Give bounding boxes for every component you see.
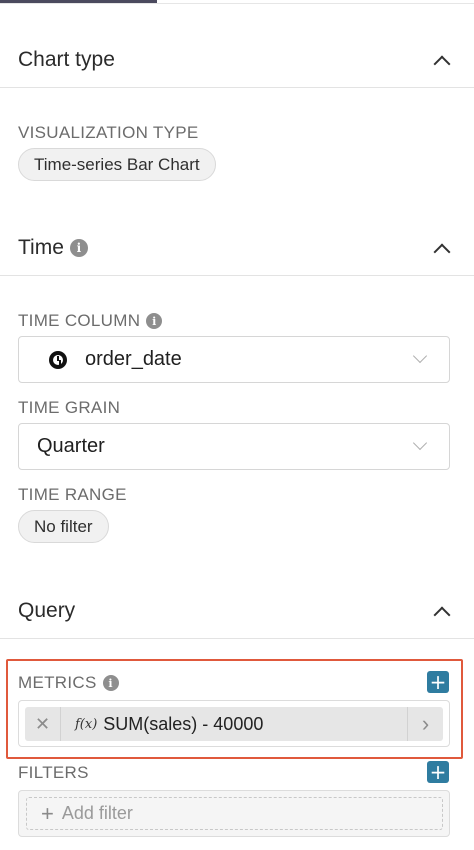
- remove-icon[interactable]: ✕: [25, 707, 61, 741]
- chevron-up-icon[interactable]: [436, 605, 448, 617]
- section-query-title: Query: [18, 599, 76, 622]
- visualization-type-label: VISUALIZATION TYPE: [18, 123, 198, 143]
- time-range-pill[interactable]: No filter: [18, 510, 109, 543]
- time-column-select[interactable]: order_date: [18, 336, 450, 383]
- visualization-type-pill[interactable]: Time-series Bar Chart: [18, 148, 216, 181]
- time-column-value: order_date: [85, 348, 182, 370]
- add-metric-button[interactable]: +: [427, 671, 449, 693]
- function-icon: f(x): [75, 716, 98, 732]
- section-query-header[interactable]: Query: [0, 585, 474, 639]
- divider: [0, 3, 474, 4]
- metrics-field[interactable]: ✕ f(x) SUM(sales) - 40000 ›: [18, 700, 450, 747]
- chevron-up-icon[interactable]: [436, 54, 448, 66]
- info-icon[interactable]: i: [146, 313, 163, 329]
- time-grain-select[interactable]: Quarter: [18, 423, 450, 470]
- add-filter-placeholder: Add filter: [61, 803, 133, 823]
- time-range-label: TIME RANGE: [18, 485, 127, 505]
- time-column-label: TIME COLUMN i: [18, 311, 163, 331]
- filters-field: + Add filter: [18, 790, 450, 837]
- filters-label: FILTERS: [18, 763, 89, 783]
- section-time-title: Time i: [18, 236, 88, 260]
- info-icon[interactable]: i: [69, 239, 88, 257]
- plus-icon: +: [41, 800, 54, 826]
- time-grain-label: TIME GRAIN: [18, 398, 120, 418]
- chevron-up-icon[interactable]: [436, 242, 448, 254]
- time-grain-label-text: TIME GRAIN: [18, 398, 121, 417]
- section-chart-type-title: Chart type: [18, 48, 115, 71]
- section-time-title-text: Time: [18, 236, 64, 259]
- chevron-right-icon[interactable]: ›: [407, 707, 443, 741]
- time-grain-value: Quarter: [37, 435, 105, 457]
- chevron-down-icon: [415, 438, 427, 450]
- metrics-label: METRICS i: [18, 673, 119, 693]
- add-filter-button[interactable]: +: [427, 761, 449, 783]
- visualization-type-label-text: VISUALIZATION TYPE: [18, 123, 199, 142]
- metric-chip[interactable]: ✕ f(x) SUM(sales) - 40000 ›: [25, 707, 443, 741]
- time-column-label-text: TIME COLUMN: [18, 311, 141, 330]
- add-filter-dropzone[interactable]: + Add filter: [26, 797, 443, 830]
- metrics-label-text: METRICS: [18, 673, 97, 692]
- clock-icon: [49, 350, 67, 369]
- metric-value: SUM(sales) - 40000: [103, 713, 264, 734]
- time-range-label-text: TIME RANGE: [18, 485, 127, 504]
- section-time-header[interactable]: Time i: [0, 222, 474, 276]
- info-icon[interactable]: i: [102, 675, 119, 691]
- section-chart-type-header[interactable]: Chart type: [0, 34, 474, 88]
- chevron-down-icon: [415, 351, 427, 363]
- filters-label-text: FILTERS: [18, 763, 89, 782]
